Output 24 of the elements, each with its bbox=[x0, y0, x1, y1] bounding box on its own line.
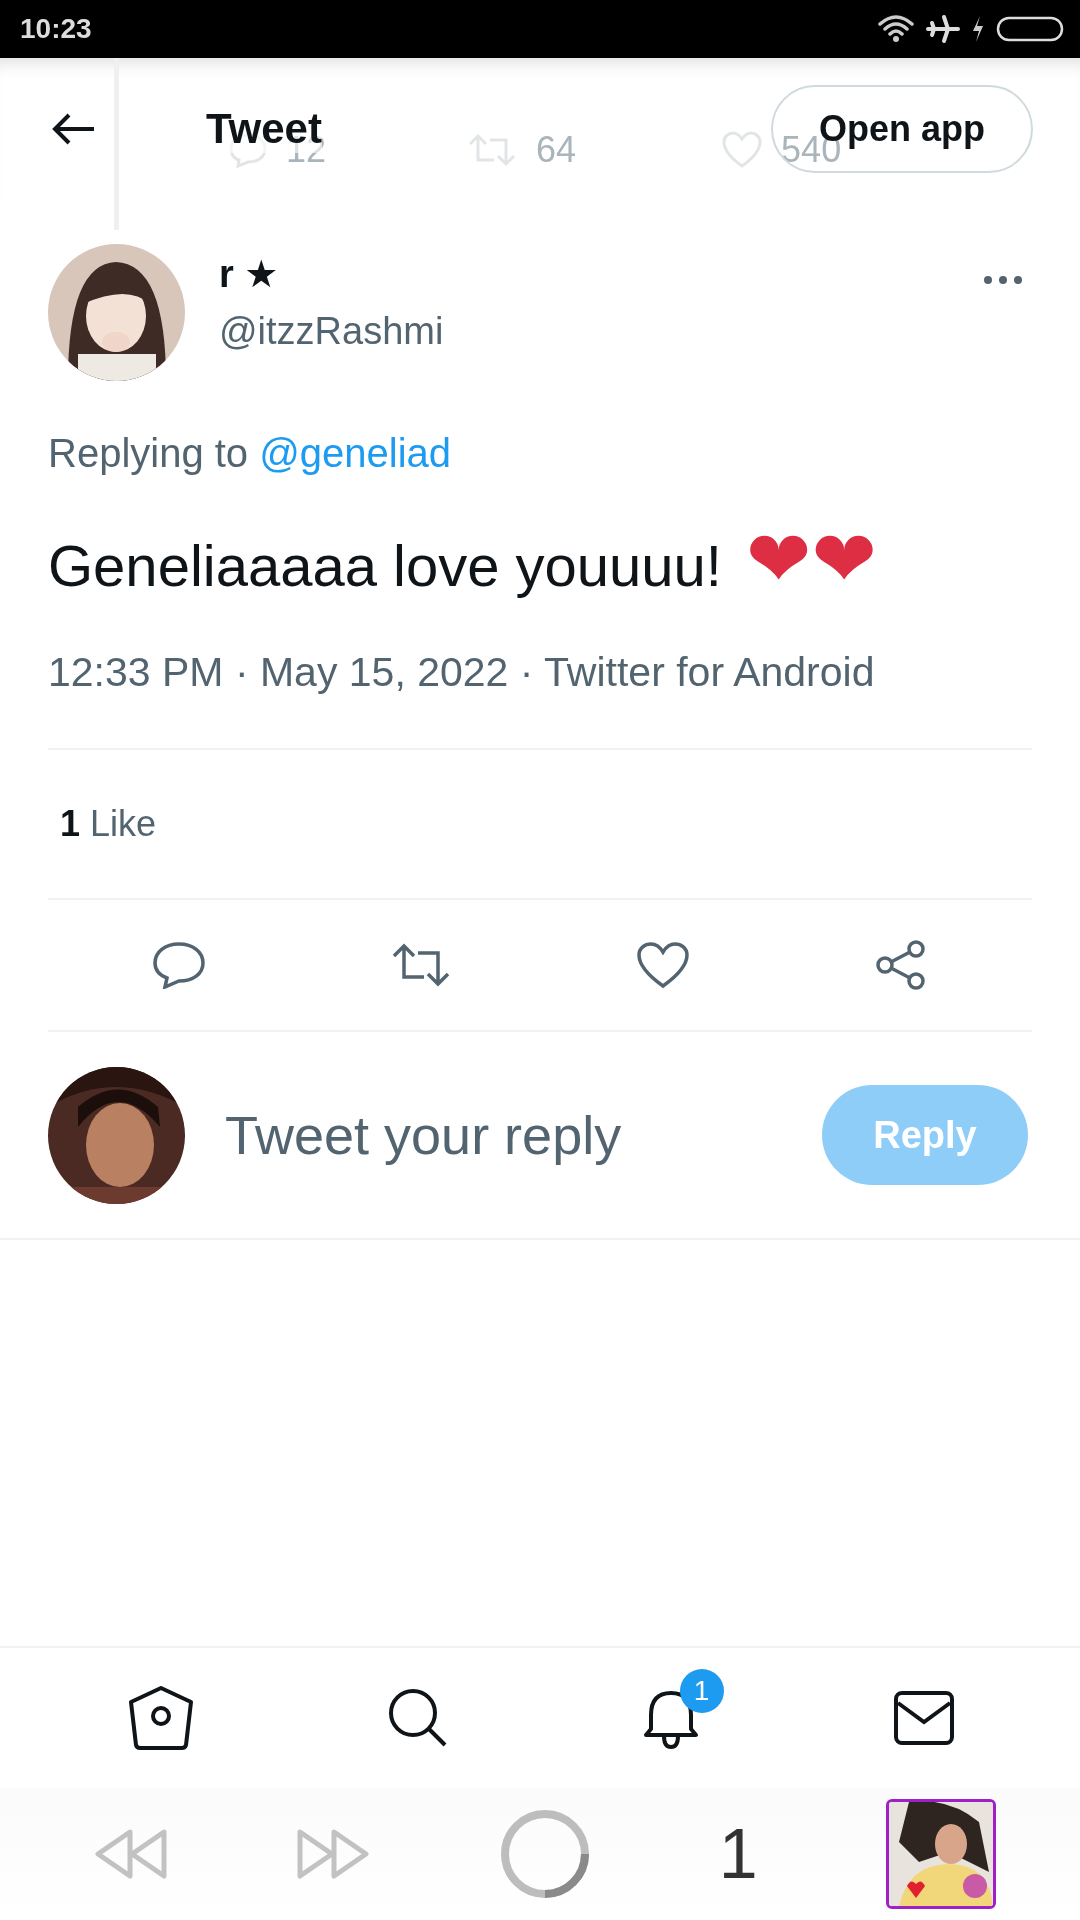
comment-icon[interactable] bbox=[152, 941, 206, 989]
notification-badge: 1 bbox=[679, 1669, 724, 1713]
heart-icon[interactable] bbox=[636, 941, 690, 989]
airplane-icon bbox=[926, 14, 960, 44]
tweet-text: Geneliaaaaa love youuuu! bbox=[48, 533, 722, 598]
retweet-count: 64 bbox=[536, 129, 577, 171]
author-handle: @itzzRashmi bbox=[219, 310, 444, 353]
author-name: r ★ bbox=[219, 252, 280, 296]
share-icon[interactable] bbox=[874, 939, 928, 991]
more-icon[interactable] bbox=[982, 274, 1024, 286]
heart-icon bbox=[721, 131, 764, 169]
tab-count[interactable]: 1 bbox=[718, 1814, 758, 1894]
battery-icon bbox=[996, 15, 1066, 43]
wifi-icon bbox=[876, 14, 916, 44]
tweet-meta: 12:33 PM · May 15, 2022 · Twitter for Android bbox=[48, 649, 876, 696]
heart-emoji: ❤❤ bbox=[746, 514, 877, 604]
retweet-icon[interactable] bbox=[390, 941, 452, 989]
back-arrow-icon[interactable] bbox=[52, 112, 96, 146]
mail-icon[interactable] bbox=[892, 1690, 955, 1746]
search-icon[interactable] bbox=[386, 1687, 449, 1749]
status-time: 10:23 bbox=[20, 13, 92, 45]
likes-count[interactable]: 1 Like bbox=[60, 803, 157, 845]
charging-icon bbox=[970, 14, 986, 44]
replying-label: Replying to bbox=[48, 431, 249, 475]
